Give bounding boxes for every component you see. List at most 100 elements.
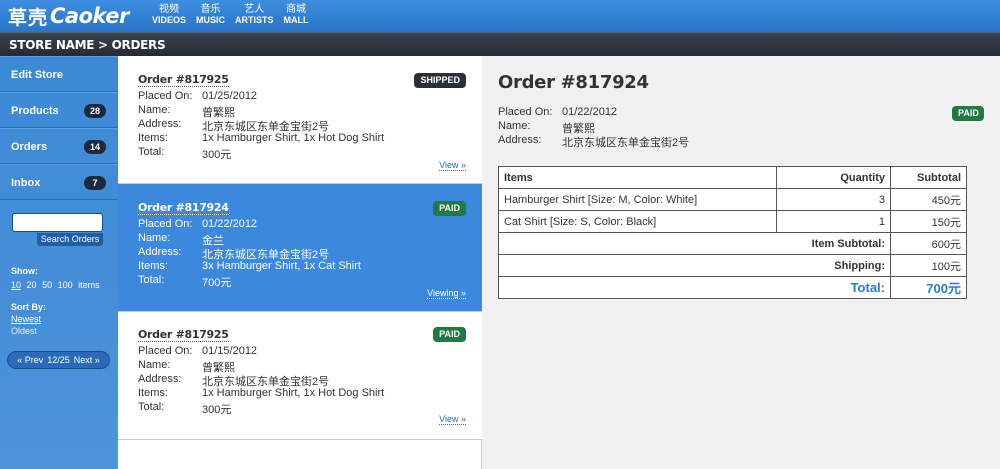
show-option-20[interactable]: 20 — [27, 280, 37, 290]
view-order-link[interactable]: View » — [439, 414, 466, 425]
field-label: Total: — [138, 401, 165, 413]
sort-newest[interactable]: Newest — [11, 314, 41, 324]
table-row: Hamburger Shirt [Size: M, Color: White] … — [498, 188, 967, 211]
nav-artists-label: ARTISTS — [235, 15, 274, 25]
nav-music[interactable]: 音乐 MUSIC — [196, 4, 225, 26]
nav-videos-label: VIDEOS — [152, 15, 187, 25]
field-label: Items: — [138, 260, 168, 272]
order-placed-on: Placed On: 01/15/2012 — [138, 345, 257, 357]
total-label: Total: — [498, 276, 891, 299]
status-badge: PAID — [433, 327, 466, 342]
field-value: 1x Hamburger Shirt, 1x Hot Dog Shirt — [202, 132, 385, 144]
table-row: Cat Shirt [Size: S, Color: Black] 1 150元 — [498, 210, 967, 233]
show-option-50[interactable]: 50 — [42, 280, 52, 290]
shipping-label: Shipping: — [498, 254, 891, 277]
sidebar: Edit Store Products 28 Orders 14 Inbox 7… — [0, 56, 118, 469]
brand-logo-en: Caoker — [50, 4, 129, 28]
field-label: Placed On: — [138, 218, 193, 230]
breadcrumb: STORE NAME > ORDERS — [9, 38, 166, 52]
order-placed-on: Placed On: 01/22/2012 — [138, 218, 257, 230]
col-header-items: Items — [498, 166, 777, 189]
status-badge: SHIPPED — [414, 73, 466, 88]
nav-artists[interactable]: 艺人 ARTISTS — [235, 4, 274, 26]
col-header-subtotal: Subtotal — [890, 166, 967, 189]
total-row: Total: 700元 — [498, 276, 967, 299]
view-order-link[interactable]: View » — [439, 160, 466, 171]
order-items: Items: 1x Hamburger Shirt, 1x Hot Dog Shi… — [138, 387, 384, 399]
order-list: Order #817925 SHIPPED Placed On: 01/25/20… — [118, 56, 482, 469]
brand-logo-cn: 草壳 — [8, 6, 49, 29]
show-option-10[interactable]: 10 — [11, 280, 21, 290]
field-label: Placed On: — [138, 90, 193, 102]
sidebar-item-label: Inbox — [11, 177, 41, 189]
page-indicator: 12/25 — [47, 355, 70, 365]
order-items-table: Items Quantity Subtotal Hamburger Shirt … — [498, 166, 967, 299]
sidebar-item-inbox[interactable]: Inbox 7 — [0, 164, 118, 200]
cell-subtotal: 150元 — [890, 210, 967, 233]
sidebar-item-products[interactable]: Products 28 — [0, 92, 118, 128]
shipping-row: Shipping: 100元 — [498, 254, 967, 277]
field-value: 01/25/2012 — [202, 90, 258, 102]
cell-quantity: 1 — [776, 210, 891, 233]
order-title[interactable]: Order #817924 — [138, 201, 229, 215]
order-placed-on: Placed On: 01/25/2012 — [138, 90, 257, 102]
order-title[interactable]: Order #817925 — [138, 328, 229, 342]
search-input[interactable] — [12, 213, 103, 232]
show-option-100[interactable]: 100 — [58, 280, 73, 290]
sidebar-item-edit-store[interactable]: Edit Store — [0, 56, 118, 92]
item-subtotal-row: Item Subtotal: 600元 — [498, 232, 967, 255]
shipping-value: 100元 — [890, 254, 967, 277]
field-label: Address: — [498, 134, 542, 146]
breadcrumb-bar: STORE NAME > ORDERS — [0, 32, 1000, 56]
show-items-label: items — [78, 280, 100, 290]
top-nav: 视频 VIDEOS 音乐 MUSIC 艺人 ARTISTS 商城 MALL — [152, 4, 319, 26]
order-detail-panel: Order #817924 PAID Placed On: 01/22/2012 … — [483, 56, 1000, 469]
search-orders-button[interactable]: Search Orders — [37, 233, 103, 246]
status-badge: PAID — [433, 201, 466, 216]
table-header-row: Items Quantity Subtotal — [498, 166, 967, 189]
item-subtotal-value: 600元 — [890, 232, 967, 255]
order-items: Items: 1x Hamburger Shirt, 1x Hot Dog Shi… — [138, 132, 384, 144]
field-value: 300元 — [202, 404, 232, 416]
field-value: 1x Hamburger Shirt, 1x Hot Dog Shirt — [202, 387, 385, 399]
count-badge: 28 — [84, 104, 106, 118]
nav-music-cn: 音乐 — [200, 4, 221, 15]
order-total: Total: 700元 — [138, 274, 231, 290]
brand-logo[interactable]: 草壳 Caoker — [8, 3, 129, 29]
cell-quantity: 3 — [776, 188, 891, 211]
nav-mall[interactable]: 商城 MALL — [284, 4, 309, 26]
order-items: Items: 3x Hamburger Shirt, 1x Cat Shirt — [138, 260, 361, 272]
cell-subtotal: 450元 — [890, 188, 967, 211]
viewing-order-link[interactable]: Viewing » — [427, 288, 466, 299]
nav-videos[interactable]: 视频 VIDEOS — [152, 4, 186, 26]
field-label: Total: — [138, 274, 165, 286]
field-value: 01/15/2012 — [202, 345, 258, 357]
order-title[interactable]: Order #817925 — [138, 73, 229, 87]
nav-music-label: MUSIC — [196, 15, 226, 25]
show-options: 10 20 50 100 items — [11, 280, 103, 290]
count-badge: 7 — [84, 176, 106, 190]
prev-page-button[interactable]: « Prev — [17, 355, 43, 365]
field-value: 北京东城区东单金宝街2号 — [562, 137, 690, 149]
detail-status-badge: PAID — [952, 106, 984, 121]
field-label: Total: — [138, 146, 165, 158]
sort-oldest[interactable]: Oldest — [11, 326, 37, 336]
show-label: Show: — [11, 266, 38, 276]
field-value: 700元 — [202, 277, 232, 289]
sidebar-item-label: Orders — [11, 141, 48, 153]
count-badge: 14 — [84, 140, 106, 154]
order-card[interactable]: Order #817925 PAID Placed On: 01/15/2012 … — [118, 312, 482, 440]
item-subtotal-label: Item Subtotal: — [498, 232, 891, 255]
detail-placed-on: Placed On: 01/22/2012 — [498, 106, 617, 118]
nav-artists-cn: 艺人 — [244, 4, 265, 15]
col-header-quantity: Quantity — [776, 166, 891, 189]
next-page-button[interactable]: Next » — [74, 355, 100, 365]
order-card-selected[interactable]: Order #817924 PAID Placed On: 01/22/2012 … — [118, 184, 482, 312]
field-label: Items: — [138, 132, 168, 144]
order-card[interactable]: Order #817925 SHIPPED Placed On: 01/25/20… — [118, 56, 482, 184]
sidebar-item-label: Edit Store — [11, 69, 63, 81]
pagination: « Prev 12/25 Next » — [7, 351, 110, 369]
field-value: 300元 — [202, 149, 232, 161]
sidebar-item-orders[interactable]: Orders 14 — [0, 128, 118, 164]
field-value: 01/22/2012 — [562, 106, 618, 118]
